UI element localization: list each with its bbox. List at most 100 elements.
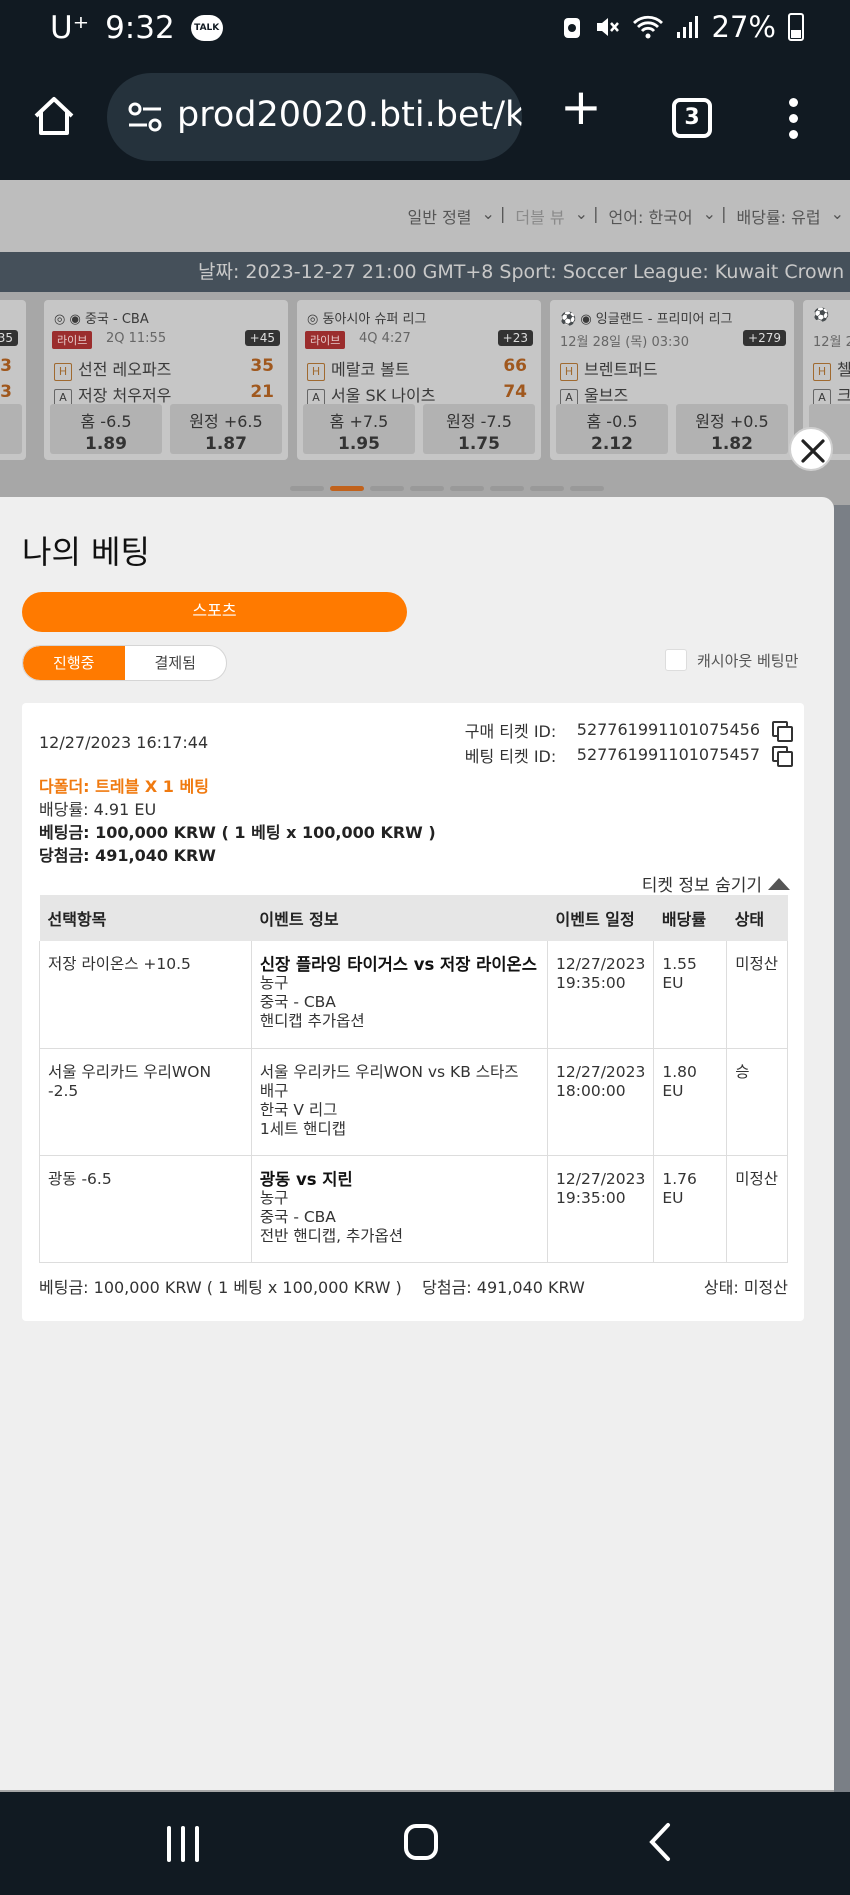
payout: 당첨금: 491,040 KRW bbox=[39, 846, 216, 865]
table-row: 저장 라이온스 +10.5 신장 플라잉 타이거스 vs 저장 라이온스 농구 … bbox=[39, 941, 788, 1049]
odds-cell: 1.55 EU bbox=[653, 941, 728, 1049]
purchase-id: 527761991101075456 bbox=[576, 720, 760, 739]
league-label: ◎ ◉ 중국 - CBA bbox=[54, 312, 149, 327]
sports-button[interactable]: 스포츠 bbox=[22, 592, 407, 632]
score-home: 53 bbox=[0, 356, 12, 376]
col-selection: 선택항목 bbox=[39, 895, 252, 941]
caret-up-icon bbox=[768, 877, 790, 890]
tab-settled[interactable]: 결제됨 bbox=[125, 646, 227, 680]
ticket-summary: 배당률: 4.91 EU 베팅금: 100,000 KRW ( 1 베팅 x 1… bbox=[39, 798, 436, 867]
copy-icon[interactable] bbox=[772, 720, 793, 742]
event-carousel: +35 53 43 5 ◎ ◉ 중국 - CBA 라이브 2Q 11:55 +4… bbox=[0, 300, 850, 460]
score-home: 35 bbox=[250, 356, 274, 376]
tab-switcher-button[interactable]: 3 bbox=[672, 98, 712, 138]
total-odds: 배당률: 4.91 EU bbox=[39, 800, 157, 819]
col-status: 상태 bbox=[726, 895, 788, 941]
nav-home-icon[interactable] bbox=[404, 1824, 438, 1860]
odds-button-away[interactable]: 원정 +0.5 1.82 bbox=[676, 404, 788, 454]
cashout-label: 캐시아웃 베팅만 bbox=[697, 651, 799, 670]
close-button[interactable] bbox=[789, 427, 833, 471]
ticket-ids: 구매 티켓 ID: 527761991101075456 베팅 티켓 ID: 5… bbox=[464, 717, 793, 767]
tab-in-progress[interactable]: 진행중 bbox=[23, 646, 125, 680]
selection-cell: 서울 우리카드 우리WON -2.5 bbox=[39, 1048, 252, 1156]
stake: 베팅금: 100,000 KRW ( 1 베팅 x 100,000 KRW ) bbox=[39, 823, 436, 842]
match-time: 4Q 4:27 bbox=[359, 331, 411, 346]
recent-apps-icon[interactable] bbox=[163, 1826, 203, 1862]
league-label: ⚽ bbox=[813, 308, 830, 323]
my-bets-sheet: 나의 베팅 스포츠 진행중 결제됨 캐시아웃 베팅만 12/27/2023 16… bbox=[0, 497, 834, 1790]
odds-cell: 1.80 EU bbox=[653, 1048, 728, 1156]
clock: 9:32 bbox=[105, 10, 175, 46]
url-bar[interactable]: prod20020.bti.bet/kc bbox=[107, 73, 522, 161]
col-event-info: 이벤트 정보 bbox=[251, 895, 548, 941]
col-event-date: 이벤트 일정 bbox=[547, 895, 654, 941]
sheet-title: 나의 베팅 bbox=[22, 533, 150, 571]
back-icon[interactable] bbox=[648, 1822, 672, 1862]
score-away: 74 bbox=[503, 382, 527, 402]
more-menu-icon[interactable] bbox=[787, 98, 799, 140]
live-badge: 라이브 bbox=[52, 331, 93, 349]
bet-id: 527761991101075457 bbox=[576, 745, 760, 764]
odds-button[interactable]: 5 bbox=[0, 404, 22, 454]
bet-id-label: 베팅 티켓 ID: bbox=[464, 746, 557, 766]
team-home: H 브렌트퍼드 bbox=[560, 356, 658, 381]
date-cell: 12/27/2023 19:35:00 bbox=[547, 1155, 655, 1263]
bet-status-tabs: 진행중 결제됨 bbox=[22, 645, 227, 681]
odds-button-away[interactable]: 원정 -7.5 1.75 bbox=[423, 404, 535, 454]
col-odds: 배당률 bbox=[653, 895, 727, 941]
hide-info-label: 티켓 정보 숨기기 bbox=[641, 876, 762, 896]
url-text: prod20020.bti.bet/kc bbox=[177, 95, 522, 135]
event-cell: 신장 플라잉 타이거스 vs 저장 라이온스 농구 중국 - CBA 핸디캡 추… bbox=[251, 941, 549, 1049]
ticket-footer: 베팅금: 100,000 KRW ( 1 베팅 x 100,000 KRW ) … bbox=[39, 1274, 788, 1298]
event-card[interactable]: ◎ 동아시아 슈퍼 리그 라이브 4Q 4:27 +23 H 메랄코 볼트 A 서울… bbox=[297, 300, 541, 460]
sort-bar: 일반 정렬 ⌄ | 더블 뷰 ⌄ | 언어: 한국어 ⌄ | 배당률: 유럽 ⌄ bbox=[0, 180, 850, 252]
cashout-checkbox[interactable] bbox=[665, 649, 687, 671]
purchase-id-label: 구매 티켓 ID: bbox=[464, 721, 557, 741]
live-badge: 라이브 bbox=[305, 331, 346, 349]
market-count-badge: +23 bbox=[497, 330, 533, 346]
battery-percent: 27% bbox=[711, 10, 776, 44]
status-cell: 미정산 bbox=[726, 941, 788, 1049]
date-cell: 12/27/2023 19:35:00 bbox=[547, 941, 655, 1049]
sort-general[interactable]: 일반 정렬 bbox=[408, 204, 472, 228]
home-icon[interactable] bbox=[30, 92, 78, 140]
event-card[interactable]: ◎ ◉ 중국 - CBA 라이브 2Q 11:55 +45 H 선전 레오파즈 A… bbox=[44, 300, 288, 460]
odds-button-away[interactable]: 원정 +6.5 1.87 bbox=[170, 404, 282, 454]
news-ticker: 날짜: 2023-12-27 21:00 GMT+8 Sport: Soccer… bbox=[0, 252, 850, 292]
hide-ticket-info-toggle[interactable]: 티켓 정보 숨기기 bbox=[642, 871, 790, 896]
event-cell: 광동 vs 지린 농구 중국 - CBA 전반 핸디캡, 추가옵션 bbox=[251, 1155, 549, 1263]
cashout-only-toggle[interactable]: 캐시아웃 베팅만 bbox=[665, 649, 798, 671]
sort-double-view[interactable]: 더블 뷰 bbox=[515, 204, 564, 228]
table-row: 서울 우리카드 우리WON -2.5 서울 우리카드 우리WON vs KB 스… bbox=[39, 1048, 788, 1156]
footer-payout: 당첨금: 491,040 KRW bbox=[422, 1278, 585, 1297]
market-count-badge: +35 bbox=[0, 330, 18, 346]
selections-table: 선택항목 이벤트 정보 이벤트 일정 배당률 상태 저장 라이온스 +10.5 … bbox=[39, 895, 788, 1263]
market-count-badge: +45 bbox=[244, 330, 280, 346]
status-bar: U⁺ 9:32 TALK 27% bbox=[0, 0, 850, 56]
event-card[interactable]: +35 53 43 5 bbox=[0, 300, 26, 460]
alarm-icon bbox=[563, 18, 580, 38]
status-cell: 승 bbox=[726, 1048, 788, 1156]
sort-odds-format[interactable]: 배당률: 유럽 bbox=[737, 204, 821, 228]
sort-language[interactable]: 언어: 한국어 bbox=[609, 204, 693, 228]
ticket-datetime: 12/27/2023 16:17:44 bbox=[39, 733, 209, 752]
score-away: 21 bbox=[250, 382, 274, 402]
copy-icon[interactable] bbox=[772, 745, 793, 767]
talk-icon: TALK bbox=[190, 15, 223, 41]
odds-button-home[interactable]: 홈 -6.5 1.89 bbox=[50, 404, 162, 454]
date-cell: 12/27/2023 18:00:00 bbox=[547, 1048, 655, 1156]
odds-button-home[interactable]: 홈 -0.5 2.12 bbox=[556, 404, 668, 454]
battery-icon bbox=[788, 13, 804, 41]
event-card[interactable]: ⚽ ◉ 잉글랜드 - 프리미어 리그 12월 28일 (목) 03:30 +27… bbox=[550, 300, 794, 460]
footer-stake: 베팅금: 100,000 KRW ( 1 베팅 x 100,000 KRW ) bbox=[39, 1278, 402, 1297]
new-tab-icon[interactable]: + bbox=[560, 82, 602, 132]
wifi-icon bbox=[632, 15, 663, 39]
match-time: 2Q 11:55 bbox=[106, 331, 167, 346]
score-home: 66 bbox=[503, 356, 527, 376]
close-icon bbox=[801, 439, 825, 463]
bet-ticket: 12/27/2023 16:17:44 구매 티켓 ID: 5277619911… bbox=[22, 703, 804, 1321]
match-time: 12월 28일 (목) 03:30 bbox=[560, 335, 689, 350]
signal-icon bbox=[676, 16, 698, 38]
odds-button-home[interactable]: 홈 +7.5 1.95 bbox=[303, 404, 415, 454]
site-settings-icon[interactable] bbox=[125, 97, 165, 137]
